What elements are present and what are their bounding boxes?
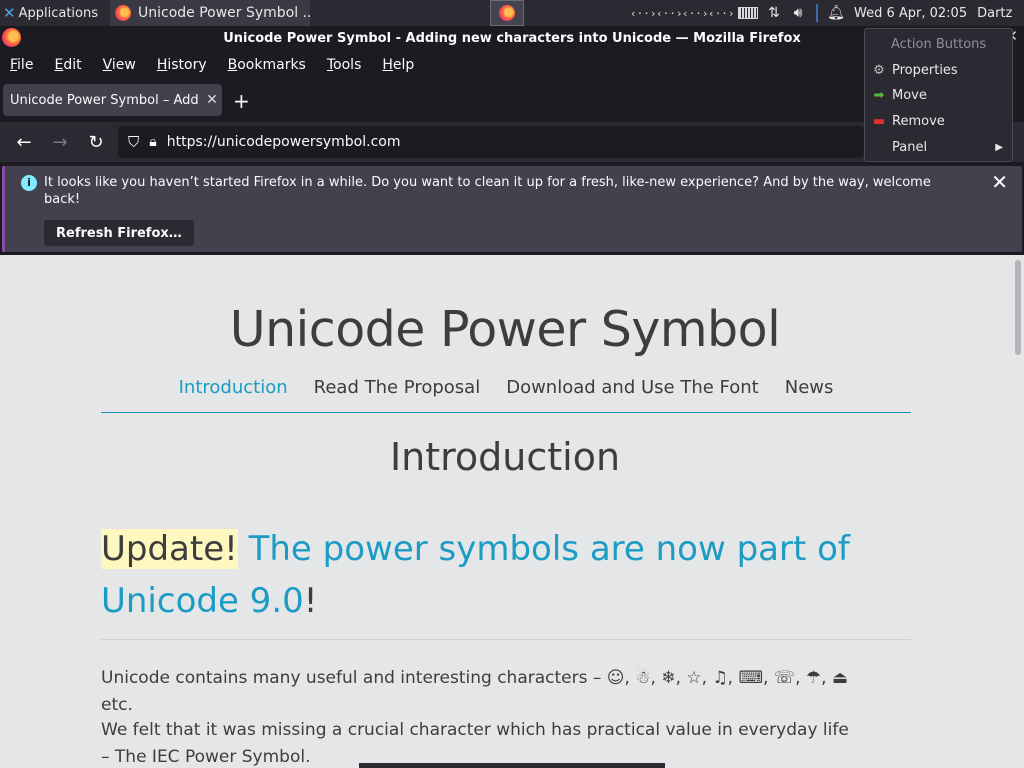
- site-title: Unicode Power Symbol: [229, 301, 781, 358]
- status-overlay: [359, 763, 665, 768]
- intro-paragraph-2: We felt that it was missing a crucial ch…: [101, 720, 849, 767]
- url-bar[interactable]: ⛉ 🔒︎ https://unicodepowersymbol.com: [118, 126, 864, 158]
- firefox-icon: [115, 5, 131, 21]
- menu-item-remove[interactable]: ▬ Remove: [871, 109, 1011, 133]
- workspace-switcher[interactable]: [490, 0, 524, 26]
- network-icon[interactable]: ‹··›: [656, 7, 683, 20]
- remove-icon: ▬: [872, 113, 886, 129]
- page-content: Unicode Power Symbol Introduction Read T…: [0, 255, 1024, 768]
- xfce-icon: ✕: [3, 4, 16, 22]
- menu-tools[interactable]: Tools: [327, 57, 362, 73]
- network-icon[interactable]: ‹··›: [630, 7, 657, 20]
- site-nav: Introduction Read The Proposal Download …: [101, 375, 911, 413]
- notification-bell-icon[interactable]: 🔔︎: [824, 5, 848, 21]
- menu-item-move[interactable]: ➡ Move: [871, 83, 1011, 107]
- context-menu-header: Action Buttons: [891, 37, 987, 52]
- menu-item-properties[interactable]: ⚙ Properties: [871, 58, 1011, 82]
- firefox-icon[interactable]: [2, 28, 21, 47]
- close-notification-icon[interactable]: ✕: [991, 170, 1008, 194]
- update-tail: !: [303, 581, 318, 621]
- nav-link-news[interactable]: News: [772, 375, 847, 412]
- separator: [816, 4, 818, 22]
- menu-help[interactable]: Help: [382, 57, 414, 73]
- applications-label: Applications: [18, 5, 98, 21]
- reload-icon[interactable]: ↻: [78, 132, 114, 153]
- back-icon[interactable]: ←: [6, 132, 42, 153]
- lock-icon[interactable]: 🔒︎: [149, 134, 156, 150]
- network-icon[interactable]: ‹··›: [708, 7, 735, 20]
- menu-history[interactable]: History: [157, 57, 207, 73]
- update-heading: Update! The power symbols are now part o…: [101, 523, 911, 640]
- intro-paragraph-1: Unicode contains many useful and interes…: [101, 668, 849, 715]
- network-icon[interactable]: ‹··›: [682, 7, 709, 20]
- nav-link-download-font[interactable]: Download and Use The Font: [493, 375, 772, 412]
- applications-menu[interactable]: ✕ Applications: [0, 0, 110, 26]
- menu-item-label: Panel: [892, 139, 928, 155]
- panel-context-menu: Action Buttons ⚙ Properties ➡ Move ▬ Rem…: [864, 28, 1013, 162]
- taskbar-window-button[interactable]: Unicode Power Symbol ...: [110, 0, 310, 26]
- info-icon: i: [21, 175, 37, 191]
- clock[interactable]: Wed 6 Apr, 02:05: [854, 6, 967, 21]
- tab-title: Unicode Power Symbol – Add: [10, 92, 199, 108]
- section-heading: Introduction: [389, 435, 621, 479]
- menu-file[interactable]: File: [10, 57, 33, 73]
- window-title: Unicode Power Symbol - Adding new charac…: [223, 30, 801, 46]
- refresh-firefox-button[interactable]: Refresh Firefox…: [44, 220, 194, 246]
- tab-active[interactable]: Unicode Power Symbol – Add ✕: [3, 84, 222, 116]
- refresh-notification-bar: i It looks like you haven’t started Fire…: [2, 166, 1022, 252]
- volume-icon[interactable]: 🔊︎: [786, 5, 810, 21]
- menu-item-panel[interactable]: Panel ▶: [871, 135, 1011, 159]
- menu-bookmarks[interactable]: Bookmarks: [228, 57, 306, 73]
- update-highlight: Update!: [101, 529, 238, 569]
- nav-link-proposal[interactable]: Read The Proposal: [301, 375, 494, 412]
- menu-view[interactable]: View: [103, 57, 136, 73]
- menu-item-label: Properties: [892, 62, 958, 78]
- close-tab-icon[interactable]: ✕: [202, 92, 222, 108]
- tracking-protection-shield-icon[interactable]: ⛉: [128, 133, 139, 151]
- menu-item-label: Remove: [892, 113, 945, 129]
- keyboard-icon[interactable]: [738, 7, 758, 19]
- taskbar: ✕ Applications Unicode Power Symbol ... …: [0, 0, 1024, 26]
- user-name[interactable]: Dartz: [977, 6, 1012, 21]
- network-activity-icon[interactable]: ⇅: [762, 5, 786, 21]
- gear-icon: ⚙: [873, 62, 885, 78]
- menu-edit[interactable]: Edit: [54, 57, 81, 73]
- arrow-right-icon: ➡: [873, 87, 885, 103]
- url-text[interactable]: https://unicodepowersymbol.com: [167, 134, 401, 150]
- nav-link-introduction[interactable]: Introduction: [166, 375, 301, 412]
- scrollbar[interactable]: [1015, 260, 1021, 355]
- system-tray: ‹··› ‹··› ‹··› ‹··› ⇅ 🔊︎ 🔔︎ Wed 6 Apr, 0…: [630, 0, 1024, 26]
- firefox-icon: [499, 5, 515, 21]
- menu-item-label: Move: [892, 87, 927, 103]
- taskbar-window-label: Unicode Power Symbol ...: [138, 5, 310, 21]
- submenu-arrow-icon: ▶: [995, 141, 1003, 153]
- forward-icon[interactable]: →: [42, 132, 78, 153]
- notification-message: It looks like you haven’t started Firefo…: [44, 175, 931, 207]
- new-tab-icon[interactable]: +: [233, 89, 250, 113]
